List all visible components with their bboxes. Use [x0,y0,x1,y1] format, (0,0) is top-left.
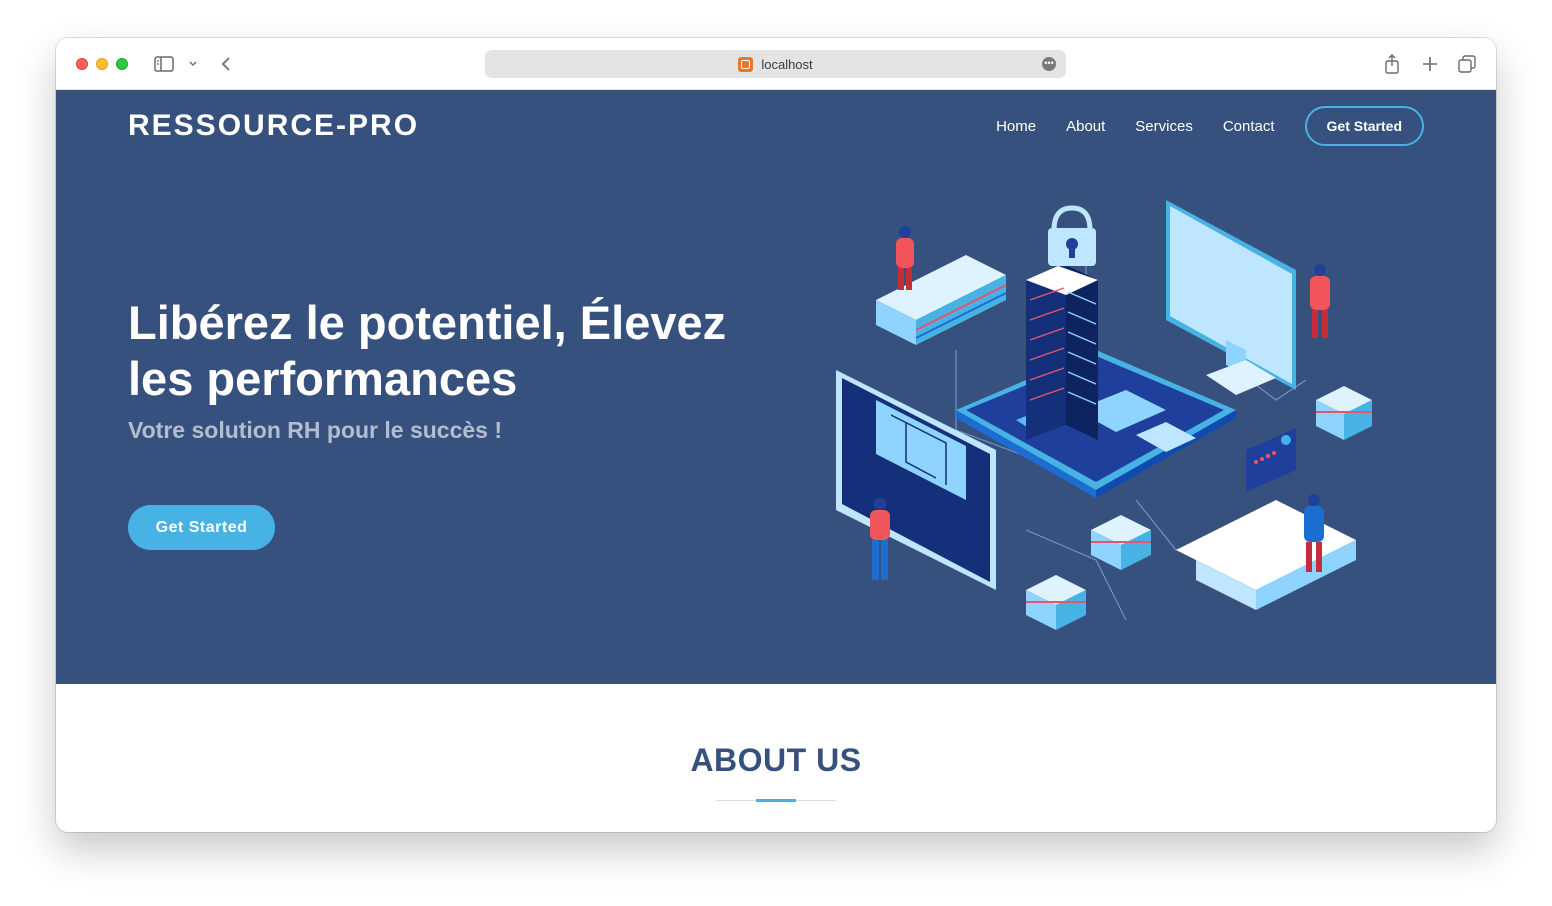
hero-subtitle: Votre solution RH pour le succès ! [128,417,503,443]
site-favicon-icon [738,56,754,72]
share-icon[interactable] [1382,53,1402,75]
new-tab-icon[interactable] [1420,53,1440,75]
browser-titlebar: localhost ••• [56,38,1496,90]
sidebar-toggle-icon[interactable] [153,53,175,75]
address-bar[interactable]: localhost ••• [485,50,1066,78]
back-arrow-icon[interactable] [218,53,234,75]
chevron-down-icon[interactable] [187,53,199,75]
nav-item-contact[interactable]: Contact [1223,118,1275,135]
more-options-icon[interactable]: ••• [1042,57,1056,71]
blueprint-screen [836,370,996,590]
address-text: localhost [761,56,813,72]
nav-item-about[interactable]: About [1066,118,1105,135]
main-nav: Home About Services Contact Get Started [966,106,1424,146]
review-desk [1176,428,1356,610]
tower-building [1026,265,1098,440]
browser-window: localhost ••• RESSOURCE-PRO Home About S… [56,38,1496,832]
hero-title: Libérez le potentiel, Élevez les perform… [128,295,788,407]
hero-title-line-1: Libérez le potentiel, Élevez [128,296,727,349]
about-divider-accent [756,799,796,802]
monitor-display [1166,200,1296,395]
nav-item-home[interactable]: Home [996,118,1036,135]
hero-title-line-2: les performances [128,352,518,405]
close-window-button[interactable] [76,58,88,70]
hero-section: RESSOURCE-PRO Home About Services Contac… [56,90,1496,684]
zoom-window-button[interactable] [116,58,128,70]
about-title: ABOUT US [690,742,862,778]
server-stack [1026,575,1086,630]
server-stack [1316,386,1372,440]
tab-overview-icon[interactable] [1457,53,1477,75]
site-logo[interactable]: RESSOURCE-PRO [128,109,419,143]
padlock-icon [1048,205,1096,266]
desk-unit [876,255,1007,345]
minimize-window-button[interactable] [96,58,108,70]
nav-get-started-button[interactable]: Get Started [1304,106,1424,146]
person-figure [1310,264,1330,338]
nav-item-services[interactable]: Services [1135,118,1193,135]
hero-get-started-button[interactable]: Get Started [128,505,275,550]
hero-illustration [836,200,1372,630]
person-figure [896,226,914,290]
about-section: ABOUT US [56,684,1496,832]
server-stack [1091,515,1151,570]
